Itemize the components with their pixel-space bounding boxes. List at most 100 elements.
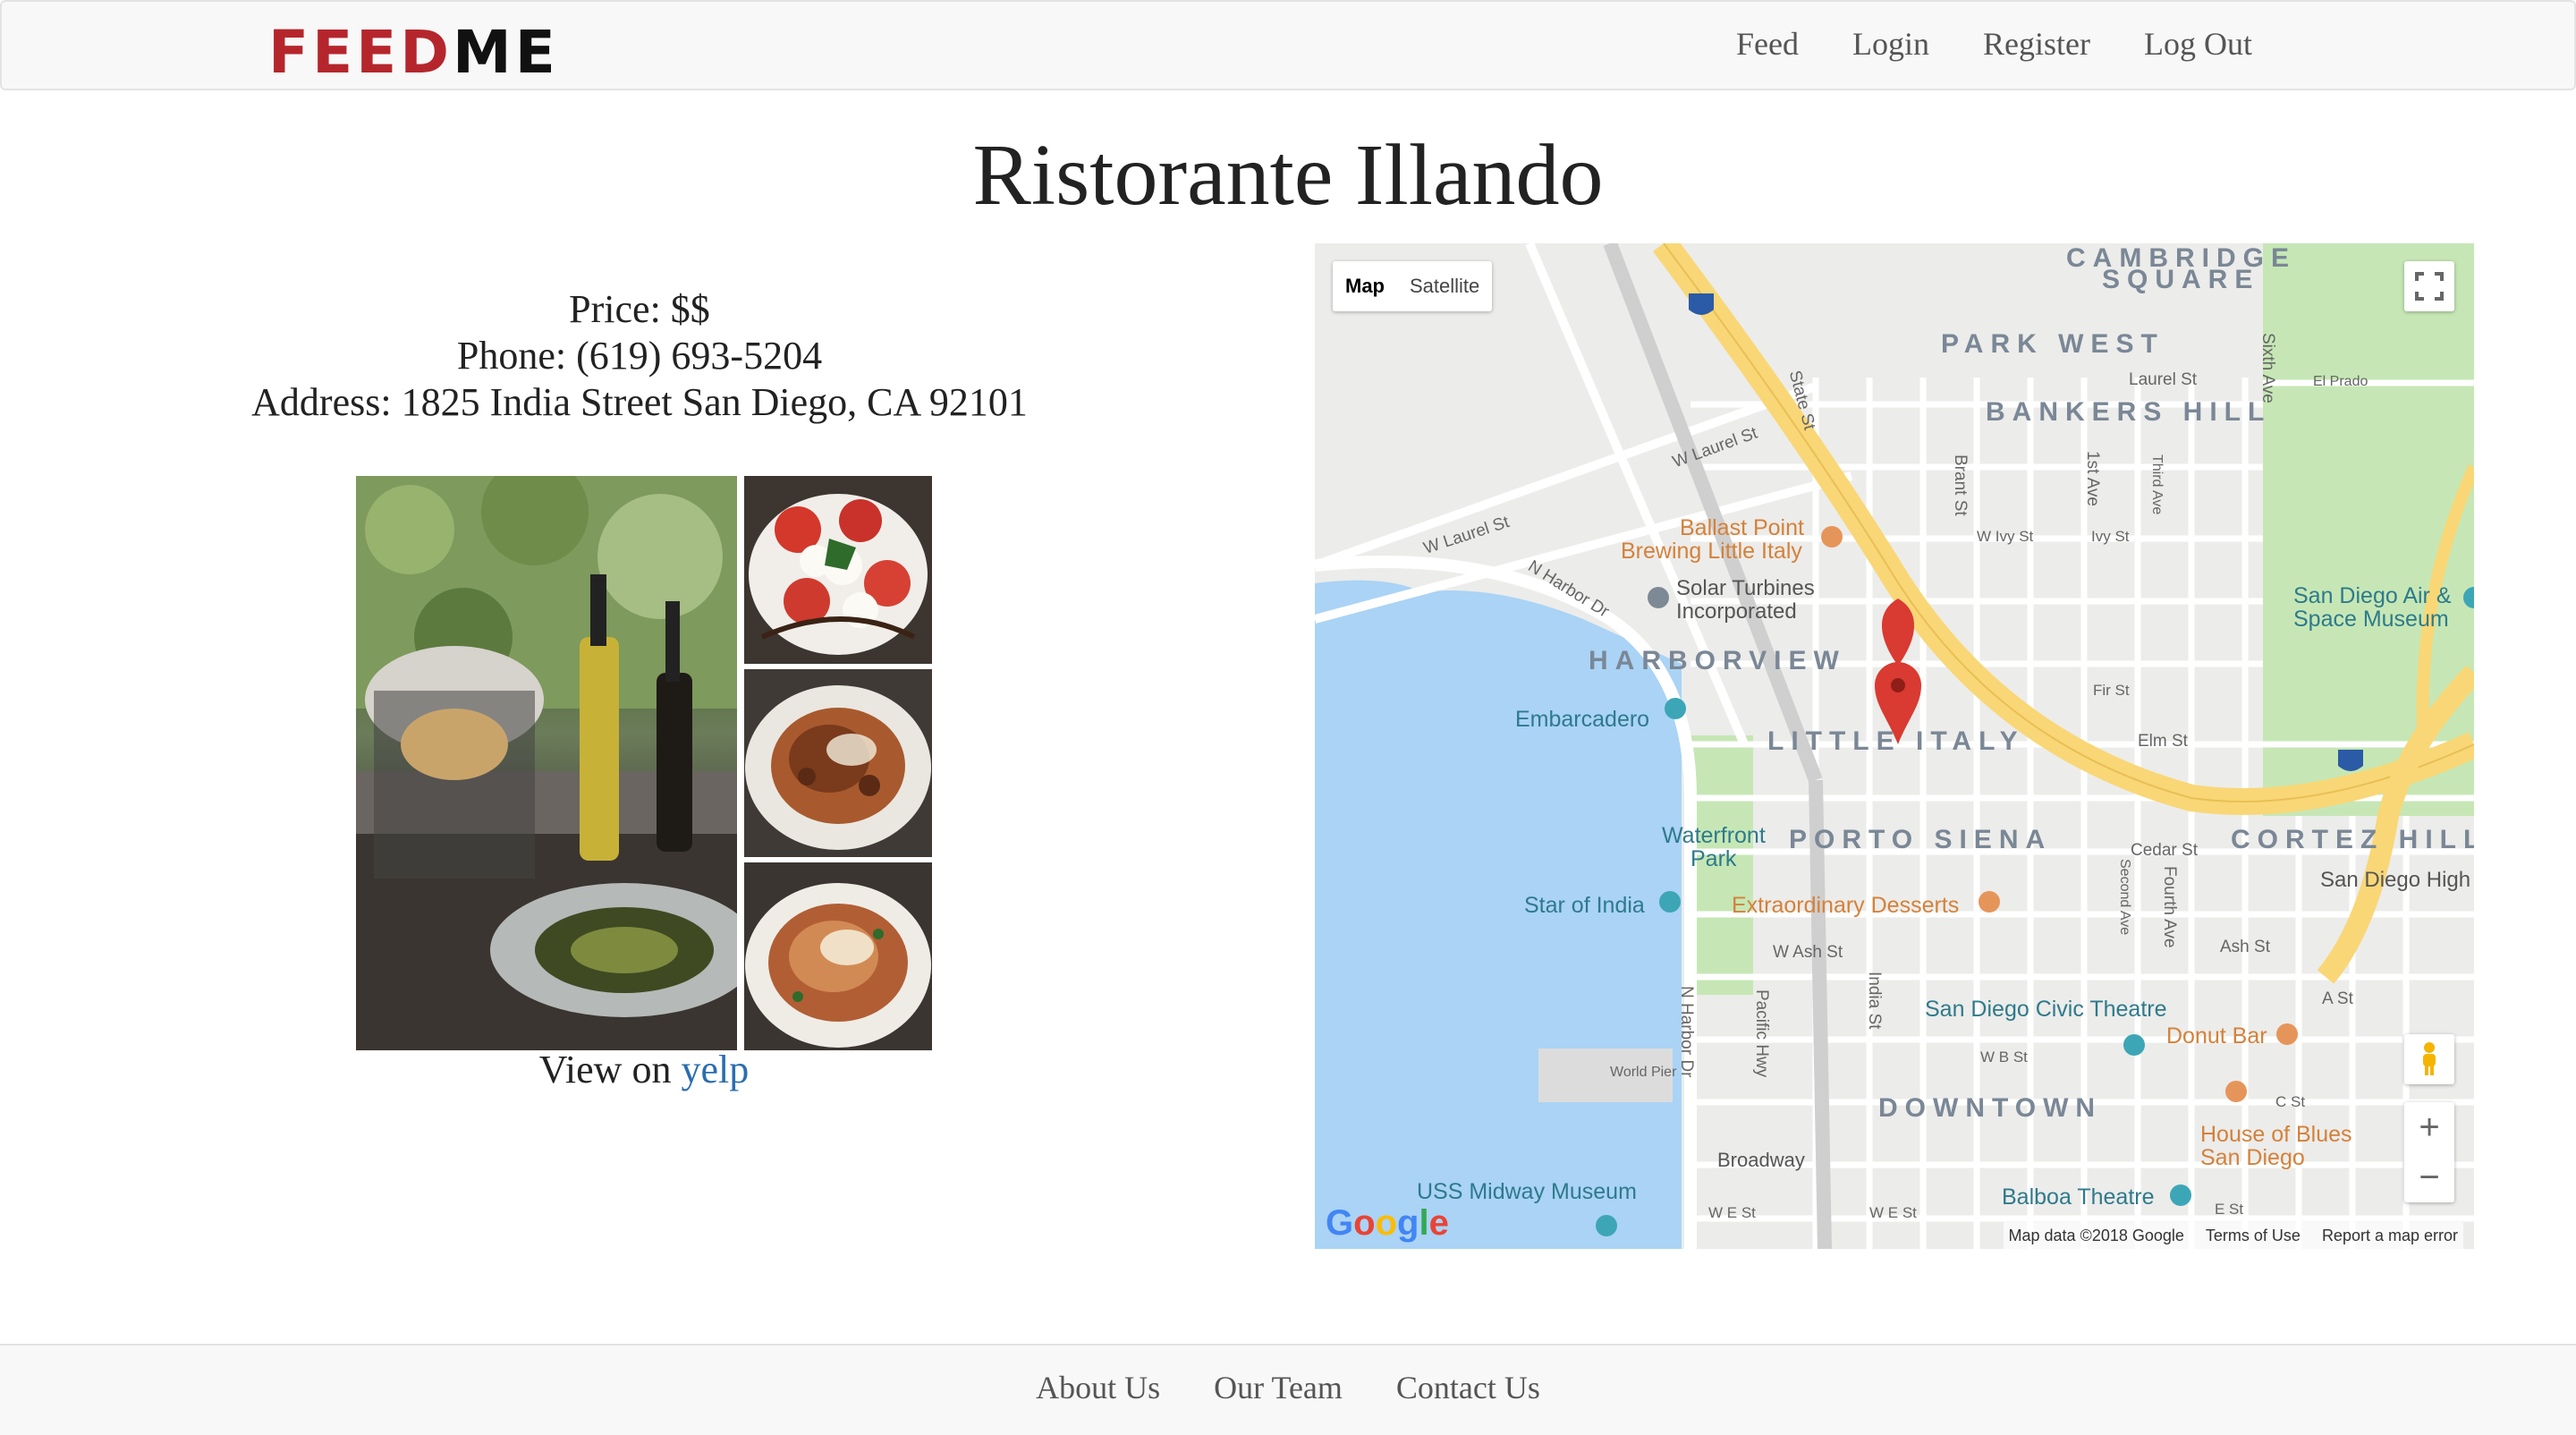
map-street-label: Second Ave: [2117, 859, 2132, 936]
google-letter: g: [1397, 1203, 1419, 1243]
view-on-yelp: View on yelp: [356, 1047, 932, 1092]
footer-contact-link[interactable]: Contact Us: [1396, 1369, 1540, 1406]
fullscreen-icon: [2415, 272, 2444, 301]
map-type-control: Map Satellite: [1333, 261, 1493, 311]
footer-about-link[interactable]: About Us: [1036, 1369, 1160, 1406]
photo-bolognese[interactable]: [744, 669, 932, 857]
terms-of-use-link[interactable]: Terms of Use: [2206, 1227, 2301, 1245]
map-poi-house-2[interactable]: San Diego: [2200, 1145, 2305, 1171]
logo-text-me: ME: [453, 17, 559, 87]
pegman-icon: [2423, 1042, 2436, 1075]
map-poi-desserts[interactable]: Extraordinary Desserts: [1732, 893, 1959, 919]
map-poi-world-pier: World Pier: [1610, 1065, 1677, 1080]
photo-bread-oil[interactable]: [356, 476, 737, 1050]
map-poi-midway[interactable]: USS Midway Museum: [1417, 1179, 1637, 1205]
map-street-label: Laurel St: [2129, 370, 2198, 389]
map-poi-solar[interactable]: Solar Turbines: [1676, 576, 1815, 601]
map-street-label: W B St: [1980, 1049, 2028, 1066]
map-data-credit: Map data ©2018 Google: [2008, 1226, 2184, 1244]
map-type-satellite-button[interactable]: Satellite: [1397, 261, 1492, 311]
google-letter: o: [1375, 1203, 1397, 1243]
google-map[interactable]: CAMBRIDGE SQUARE PARK WEST BANKERS HILL …: [1315, 243, 2474, 1249]
nav-links: Feed Login Register Log Out: [1736, 25, 2252, 63]
map-street-label: Sixth Ave: [2258, 333, 2277, 403]
zoom-in-button[interactable]: +: [2419, 1102, 2439, 1152]
google-logo[interactable]: Google: [1326, 1203, 1449, 1244]
map-hood-bankers-hill: BANKERS HILL: [1986, 397, 2272, 427]
street-view-pegman[interactable]: [2404, 1034, 2454, 1084]
photo-gallery: [356, 476, 932, 1050]
nav-login-link[interactable]: Login: [1852, 25, 1929, 63]
map-street-label: Fir St: [2093, 682, 2130, 699]
map-hood-park-west: PARK WEST: [1941, 329, 2165, 359]
map-poi-ballast-2[interactable]: Brewing Little Italy: [1621, 539, 1802, 565]
map-street-label: Fourth Ave: [2160, 866, 2179, 948]
map-poi-waterfront-2[interactable]: Park: [1690, 846, 1736, 872]
map-poi-waterfront[interactable]: Waterfront: [1662, 823, 1766, 849]
map-street-label: Elm St: [2138, 732, 2188, 751]
nav-feed-link[interactable]: Feed: [1736, 25, 1799, 63]
map-hood-harborview: HARBORVIEW: [1589, 646, 1846, 675]
map-attribution: Map data ©2018 Google Terms of Use Repor…: [2003, 1222, 2463, 1249]
map-poi-ballast[interactable]: Ballast Point: [1680, 515, 1804, 541]
map-street-label: 1st Ave: [2083, 451, 2102, 506]
footer-team-link[interactable]: Our Team: [1214, 1369, 1343, 1406]
map-poi-air-2[interactable]: Space Museum: [2293, 607, 2449, 633]
zoom-out-button[interactable]: −: [2419, 1152, 2439, 1202]
yelp-link[interactable]: yelp: [681, 1048, 749, 1091]
map-footer: Google Map data ©2018 Google Terms of Us…: [1315, 1203, 2474, 1249]
map-street-label: El Prado: [2313, 374, 2368, 389]
map-street-label: E St: [2215, 1201, 2244, 1218]
photo-caprese[interactable]: [744, 476, 932, 664]
map-street-label: N Harbor Dr: [1677, 986, 1696, 1078]
map-type-map-button[interactable]: Map: [1333, 261, 1397, 311]
map-street-label: A St: [2322, 989, 2353, 1008]
zoom-control: + −: [2404, 1102, 2454, 1202]
footer-links: About Us Our Team Contact Us: [0, 1369, 2576, 1406]
map-hood-downtown: DOWNTOWN: [1878, 1093, 2103, 1123]
nav-register-link[interactable]: Register: [1983, 25, 2090, 63]
map-street-label: Cedar St: [2131, 841, 2198, 860]
map-poi-high[interactable]: San Diego High: [2320, 868, 2470, 893]
google-letter: l: [1419, 1203, 1429, 1243]
map-poi-solar-2[interactable]: Incorporated: [1676, 599, 1797, 624]
map-street-label: W Ash St: [1773, 943, 1843, 962]
fullscreen-button[interactable]: [2404, 261, 2454, 311]
logo-text-feed: FEED: [268, 17, 453, 87]
address-text: Address: 1825 India Street San Diego, CA…: [251, 380, 1028, 424]
map-poi-house[interactable]: House of Blues: [2200, 1122, 2352, 1148]
restaurant-name: Ristorante Illando: [972, 127, 1604, 224]
feedme-logo[interactable]: FEED ME: [268, 18, 559, 87]
map-hood-porto-siena: PORTO SIENA: [1789, 825, 2053, 854]
google-letter: e: [1428, 1203, 1449, 1243]
map-poi-balboa[interactable]: Balboa Theatre: [2002, 1185, 2155, 1210]
map-hood-little-italy: LITTLE ITALY: [1767, 726, 2025, 756]
map-street-label: Third Ave: [2149, 454, 2165, 515]
footer: About Us Our Team Contact Us: [0, 1344, 2576, 1435]
map-hood-cortez-hill: CORTEZ HILL: [2231, 825, 2474, 854]
view-on-prefix: View on: [538, 1048, 672, 1091]
map-street-label: Ivy St: [2091, 528, 2130, 545]
report-map-error-link[interactable]: Report a map error: [2322, 1227, 2458, 1245]
map-poi-civic[interactable]: San Diego Civic Theatre: [1925, 997, 2167, 1023]
nav-logout-link[interactable]: Log Out: [2144, 25, 2252, 63]
map-poi-star[interactable]: Star of India: [1524, 893, 1645, 919]
phone-text: Phone: (619) 693-5204: [456, 334, 823, 378]
map-street-label: Pacific Hwy: [1752, 989, 1771, 1078]
map-poi-air[interactable]: San Diego Air &: [2293, 583, 2452, 609]
map-hood-square: SQUARE: [2102, 265, 2260, 294]
google-letter: G: [1326, 1203, 1354, 1243]
map-poi-broadway: Broadway: [1717, 1149, 1805, 1171]
map-poi-embarcadero[interactable]: Embarcadero: [1515, 707, 1649, 733]
map-poi-donut[interactable]: Donut Bar: [2166, 1023, 2267, 1049]
photo-spaghetti[interactable]: [744, 862, 932, 1050]
map-street-label: C St: [2275, 1093, 2306, 1110]
map-street-label: Ash St: [2220, 938, 2270, 956]
map-street-label: India St: [1865, 972, 1884, 1030]
restaurant-info: Price: $$ Phone: (619) 693-5204 Address:…: [179, 286, 1100, 426]
map-street-label: W Ivy St: [1977, 528, 2034, 545]
price-text: Price: $$: [569, 287, 710, 331]
map-street-label: Brant St: [1951, 454, 1970, 516]
navbar: FEED ME Feed Login Register Log Out: [0, 0, 2576, 90]
google-letter: o: [1353, 1203, 1376, 1243]
